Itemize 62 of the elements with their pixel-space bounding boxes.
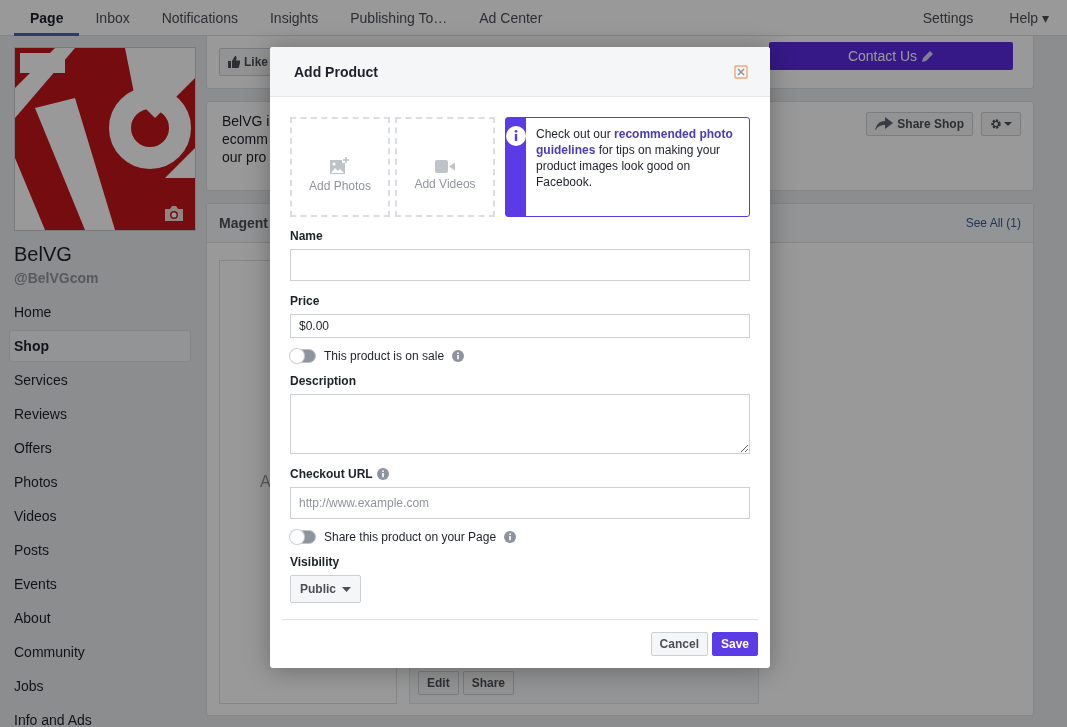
dialog-title: Add Product <box>294 63 378 80</box>
page-name: BelVG <box>14 243 73 266</box>
section-title: Magent <box>219 215 268 231</box>
contact-us-button[interactable]: Contact Us <box>769 42 1013 70</box>
add-photo-icon <box>330 157 350 175</box>
video-camera-icon <box>435 159 455 173</box>
nav-tab[interactable]: Page <box>14 0 80 36</box>
text-area[interactable] <box>290 394 750 454</box>
sidebar-item[interactable]: Videos <box>9 500 191 532</box>
input-field[interactable]: http://www.example.com <box>290 487 750 519</box>
field-label: Visibility <box>290 555 340 569</box>
sidebar-item[interactable]: Posts <box>9 534 191 566</box>
sidebar-item[interactable]: Reviews <box>9 398 191 430</box>
media-upload-button[interactable]: Add Photos <box>290 117 390 217</box>
nav-tab[interactable]: Insights <box>254 0 335 36</box>
share-shop-button[interactable]: Share Shop <box>866 112 973 136</box>
product-button[interactable]: Edit <box>418 671 459 695</box>
sidebar-item[interactable]: Photos <box>9 466 191 498</box>
nav-tab[interactable]: Publishing To… <box>334 0 464 36</box>
input-field[interactable]: $0.00 <box>290 314 750 338</box>
thumbs-up-icon <box>228 56 240 68</box>
field-label: Name <box>290 229 323 243</box>
field-label: Price <box>290 294 320 308</box>
toggle-switch[interactable] <box>290 530 316 544</box>
settings-button[interactable] <box>981 112 1021 136</box>
toggle-label: Share this product on your Page <box>324 530 497 544</box>
nav-tab[interactable]: Ad Center <box>463 0 559 36</box>
sidebar-item[interactable]: Events <box>9 568 191 600</box>
sidebar-item[interactable]: Jobs <box>9 670 191 702</box>
sidebar-item[interactable]: About <box>9 602 191 634</box>
media-upload-button[interactable]: Add Videos <box>395 117 495 217</box>
nav-link[interactable]: Settings <box>904 0 992 35</box>
nav-link[interactable]: Help ▾ <box>991 0 1067 35</box>
nav-tab[interactable]: Inbox <box>79 0 146 36</box>
toggle-label: This product is on sale <box>324 349 445 363</box>
sidebar-item[interactable]: Offers <box>9 432 191 464</box>
product-button[interactable]: Share <box>462 671 515 695</box>
nav-tab[interactable]: Notifications <box>145 0 254 36</box>
sidebar-item[interactable]: Shop <box>9 330 191 362</box>
field-label: Description <box>290 374 356 388</box>
pencil-icon <box>921 49 935 63</box>
sidebar-item[interactable]: Info and Ads <box>9 704 191 727</box>
caret-icon <box>342 586 351 592</box>
info-icon <box>504 531 517 543</box>
product-text: A <box>260 473 271 491</box>
sidebar-item[interactable]: Community <box>9 636 191 668</box>
about-text: BelVG i ecomm our pro <box>222 112 270 166</box>
camera-icon <box>163 205 185 222</box>
close-icon[interactable] <box>734 64 748 79</box>
see-all-link[interactable]: See All (1) <box>965 216 1021 230</box>
info-icon <box>452 350 465 362</box>
gear-icon <box>990 118 1012 130</box>
cancel-button[interactable]: Cancel <box>650 632 708 656</box>
save-button[interactable]: Save <box>711 632 758 656</box>
tip-text: Check out our recommended photo guidelines for tips on making your product images look good on Facebook. <box>535 126 734 191</box>
field-label: Checkout URL <box>290 467 373 481</box>
toggle-switch[interactable] <box>290 349 316 363</box>
sidebar-item[interactable]: Services <box>9 364 191 396</box>
share-arrow-icon <box>875 117 894 131</box>
input-field[interactable] <box>290 249 750 281</box>
visibility-dropdown[interactable]: Public <box>290 575 361 603</box>
sidebar-item[interactable]: Home <box>9 296 191 328</box>
